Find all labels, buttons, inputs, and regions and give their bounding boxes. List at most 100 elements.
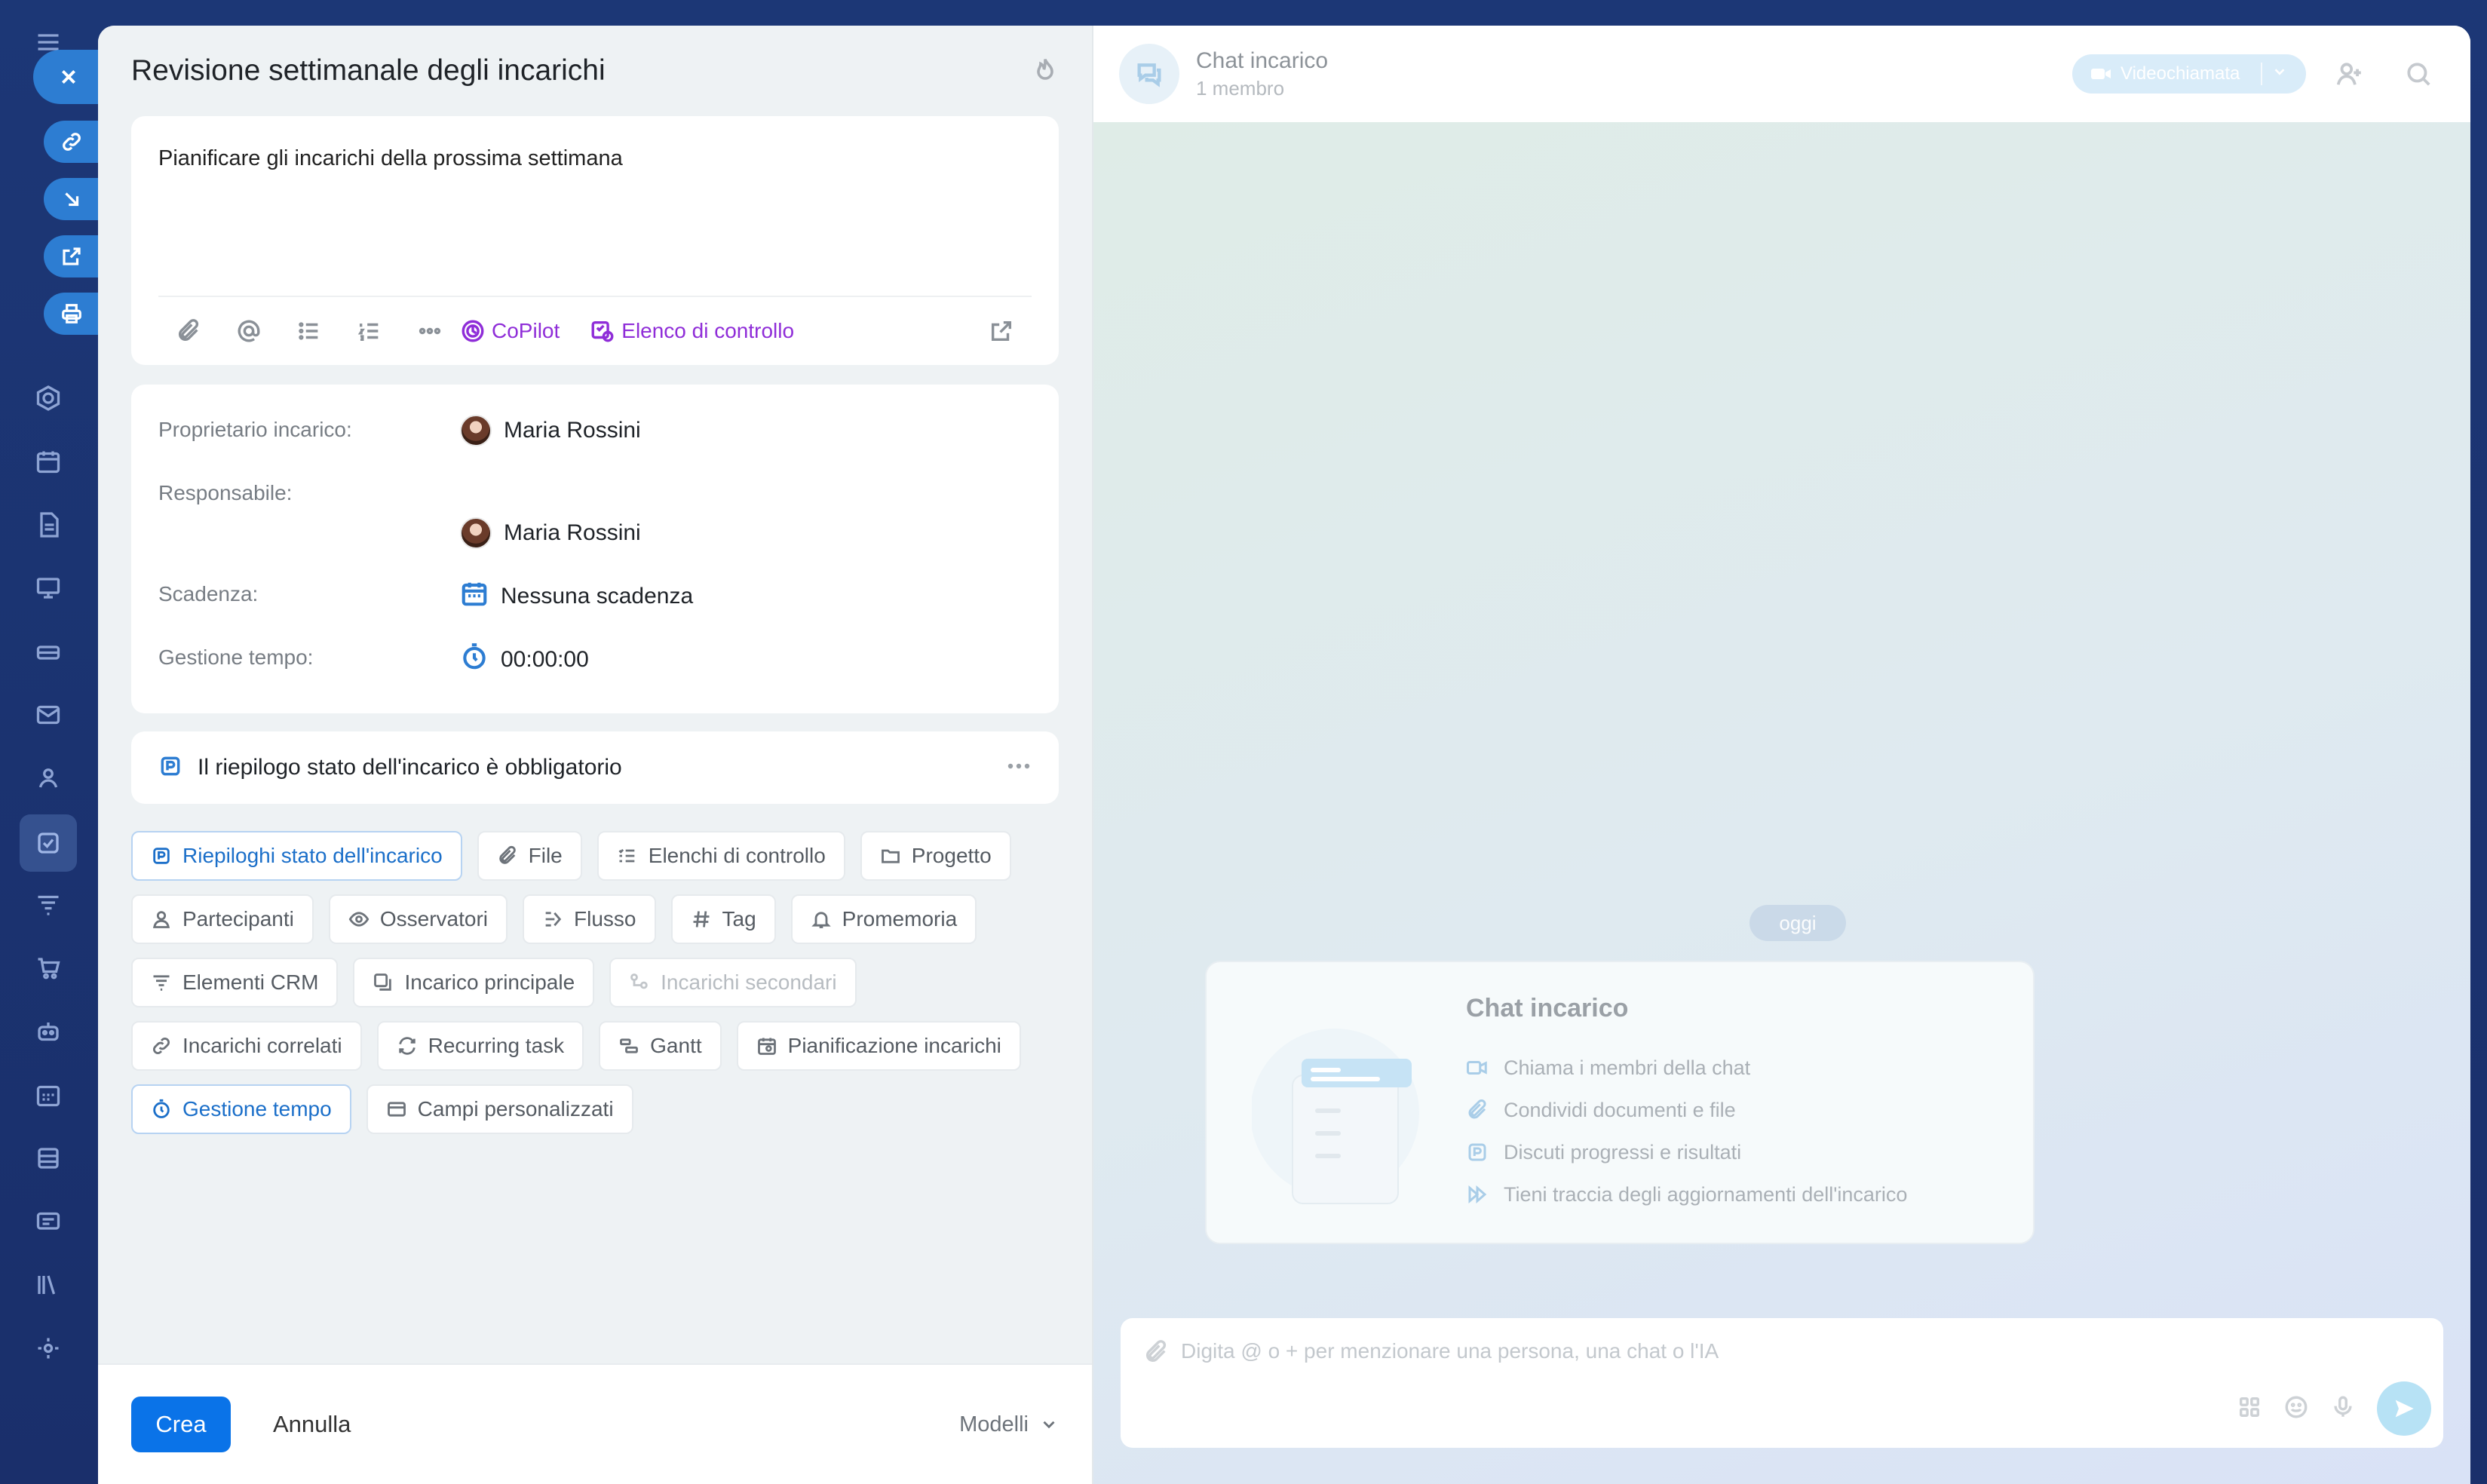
chip-related-tasks[interactable]: Incarichi correlati [131,1021,362,1071]
chip-label: Progetto [911,844,992,867]
message-input[interactable] [1181,1335,2086,1368]
chat-illustration [1252,1029,1419,1204]
owner-field[interactable]: Maria Rossini [460,415,641,446]
assignee-field[interactable]: Maria Rossini [460,517,641,549]
robot-icon[interactable] [33,1016,63,1047]
chip-files[interactable]: File [477,831,582,881]
chevron-down-icon [2274,68,2285,75]
chip-task-planning[interactable]: Pianificazione incarichi [736,1021,1021,1071]
feature-text: Chiama i membri della chat [1504,1056,1751,1079]
calendar-icon[interactable] [33,446,63,477]
chip-label: Incarichi correlati [182,1034,342,1057]
chip-checklists[interactable]: Elenchi di controllo [596,831,845,881]
chip-reminders[interactable]: Promemoria [790,894,977,944]
editor-toolbar: CoPilot Elenco di controllo [158,296,1032,365]
hexagon-icon[interactable] [33,383,63,413]
chat-header: Chat incarico 1 membro Videochiamata [1093,26,2470,122]
open-new-window-button[interactable] [44,235,104,277]
send-button[interactable] [2377,1381,2431,1436]
subtask-icon [630,973,648,989]
mention-icon[interactable] [219,308,279,354]
chip-parent-task[interactable]: Incarico principale [353,958,595,1007]
message-composer [1121,1318,2443,1448]
emoji-icon[interactable] [2283,1394,2309,1424]
feature-text: Condividi documenti e file [1504,1098,1736,1121]
flow-icon [545,912,562,927]
task-title[interactable]: Revisione settimanale degli incarichi [131,54,606,87]
schedule-icon[interactable] [33,1080,63,1110]
monitor-icon[interactable] [33,1207,63,1237]
board-icon[interactable] [33,573,63,603]
video-options-chevron[interactable] [2271,63,2288,85]
cancel-button[interactable]: Annulla [273,1411,351,1438]
parent-task-icon [374,973,392,991]
chip-participants[interactable]: Partecipanti [131,894,314,944]
add-member-icon[interactable] [2323,60,2375,88]
settings-icon[interactable] [33,1333,63,1363]
send-icon [2395,1400,2414,1418]
status-summary-icon [158,754,182,782]
tasks-icon[interactable] [20,814,77,872]
search-icon[interactable] [2392,60,2445,88]
chip-crm-items[interactable]: Elementi CRM [131,958,339,1007]
chip-flow[interactable]: Flusso [523,894,656,944]
description-editor[interactable]: Pianificare gli incarichi della prossima… [131,116,1059,365]
numbered-list-icon[interactable] [339,308,400,354]
attach-icon[interactable] [1143,1339,1169,1369]
minimize-button[interactable] [44,178,104,220]
video-call-button[interactable]: Videochiamata [2072,54,2306,94]
create-button[interactable]: Crea [131,1397,231,1452]
more-options-icon[interactable] [1006,761,1032,775]
chip-gantt[interactable]: Gantt [599,1021,722,1071]
storage-icon[interactable] [33,1143,63,1173]
attach-icon[interactable] [158,308,219,354]
chip-recurring-task[interactable]: Recurring task [376,1021,584,1071]
deadline-field[interactable]: Nessuna scadenza [460,579,693,614]
chat-title: Chat incarico [1196,48,1329,73]
bullet-list-icon[interactable] [279,308,339,354]
copilot-button[interactable]: CoPilot [460,318,560,344]
time-tracking-field[interactable]: 00:00:00 [460,642,589,677]
checklist-ai-icon [591,320,614,342]
list-item: Chiama i membri della chat [1466,1047,1907,1089]
chip-observers[interactable]: Osservatori [328,894,508,944]
drive-icon[interactable] [33,636,63,667]
flame-icon[interactable] [1032,54,1059,88]
close-icon [62,70,75,84]
avatar [460,415,492,446]
video-camera-icon [2091,69,2111,79]
status-summary-row[interactable]: Il riepilogo stato dell'incarico è obbli… [131,731,1059,804]
chip-subtasks[interactable]: Incarichi secondari [609,958,857,1007]
chip-label: Gestione tempo [182,1097,332,1121]
cart-icon[interactable] [33,953,63,983]
mail-icon[interactable] [33,700,63,730]
chip-status-summaries[interactable]: Riepiloghi stato dell'incarico [131,831,462,881]
task-fields: Proprietario incarico: Maria Rossini Res… [131,385,1059,713]
templates-dropdown[interactable]: Modelli [959,1412,1059,1437]
chip-time-tracking[interactable]: Gestione tempo [131,1084,351,1134]
task-form: Revisione settimanale degli incarichi Pi… [98,26,1093,1484]
close-slider-button[interactable] [33,50,104,104]
checklist-ai-button[interactable]: Elenco di controllo [590,318,794,344]
description-text[interactable]: Pianificare gli incarichi della prossima… [158,146,1032,171]
document-icon[interactable] [33,510,63,540]
chip-project[interactable]: Progetto [860,831,1011,881]
funnel-icon[interactable] [33,890,63,920]
link-icon [153,1038,170,1054]
video-camera-icon [1467,1061,1487,1075]
microphone-icon[interactable] [2330,1394,2356,1424]
chat-title-block: Chat incarico 1 membro [1196,48,1328,100]
copilot-label: CoPilot [492,319,560,342]
copy-link-button[interactable] [44,121,104,163]
chip-tag[interactable]: Tag [670,894,776,944]
custom-fields-icon [387,1102,406,1117]
chip-label: Incarico principale [404,970,575,994]
print-button[interactable] [44,293,104,335]
team-icon[interactable] [33,763,63,793]
time-value: 00:00:00 [501,647,589,672]
more-icon[interactable] [400,308,460,354]
library-icon[interactable] [33,1270,63,1300]
expand-editor-icon[interactable] [971,308,1032,354]
apps-icon[interactable] [2237,1394,2262,1424]
chip-custom-fields[interactable]: Campi personalizzati [366,1084,633,1134]
